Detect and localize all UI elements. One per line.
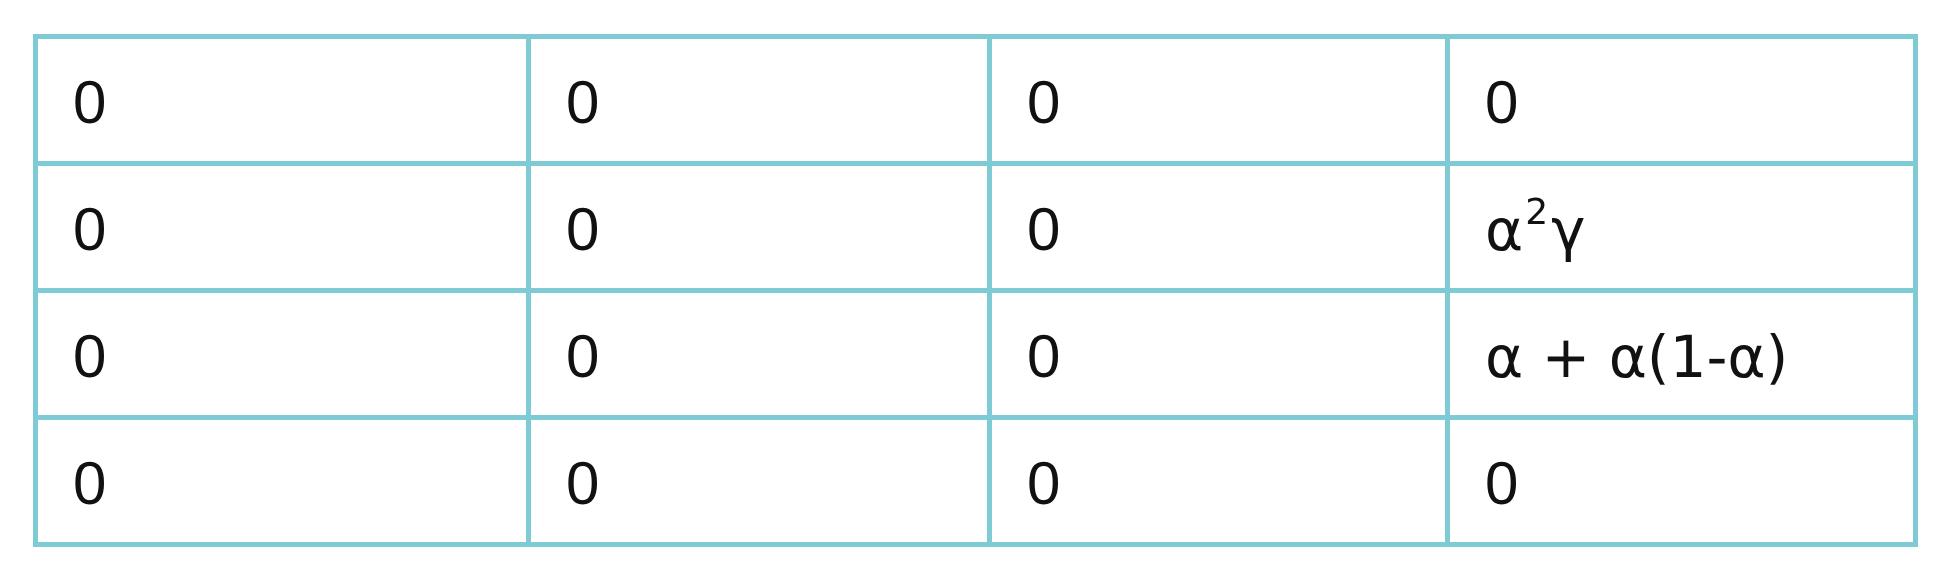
table-cell: 0 <box>987 34 1450 166</box>
table-row: 0 0 0 α + α(1-α) <box>33 288 1918 420</box>
table-row: 0 0 0 0 <box>33 415 1918 547</box>
table-row: 0 0 0 0 <box>33 34 1918 166</box>
table-cell: 0 <box>526 161 992 293</box>
table-cell: 0 <box>33 288 531 420</box>
table-cell: 0 <box>1445 415 1918 547</box>
table-cell: 0 <box>526 415 992 547</box>
table-cell: 0 <box>1445 34 1918 166</box>
table-cell: 0 <box>987 415 1450 547</box>
table-cell: 0 <box>33 415 531 547</box>
table-cell: 0 <box>33 34 531 166</box>
table-cell: 0 <box>33 161 531 293</box>
expression-exponent: 2 <box>1525 192 1549 233</box>
alpha-squared-gamma-expression: α2γ <box>1485 195 1585 260</box>
table-cell: 0 <box>987 161 1450 293</box>
expression-base: α <box>1485 196 1524 264</box>
table-cell: 0 <box>526 34 992 166</box>
table-cell: 0 <box>987 288 1450 420</box>
table-row: 0 0 0 α2γ <box>33 161 1918 293</box>
table-cell: 0 <box>526 288 992 420</box>
matrix-table: 0 0 0 0 0 0 0 α2γ 0 0 0 α + α(1-α) 0 0 0… <box>33 34 1918 547</box>
table-cell: α2γ <box>1445 161 1918 293</box>
alpha-expression: α + α(1-α) <box>1485 323 1789 391</box>
table-cell: α + α(1-α) <box>1445 288 1918 420</box>
expression-rest: γ <box>1551 196 1586 264</box>
